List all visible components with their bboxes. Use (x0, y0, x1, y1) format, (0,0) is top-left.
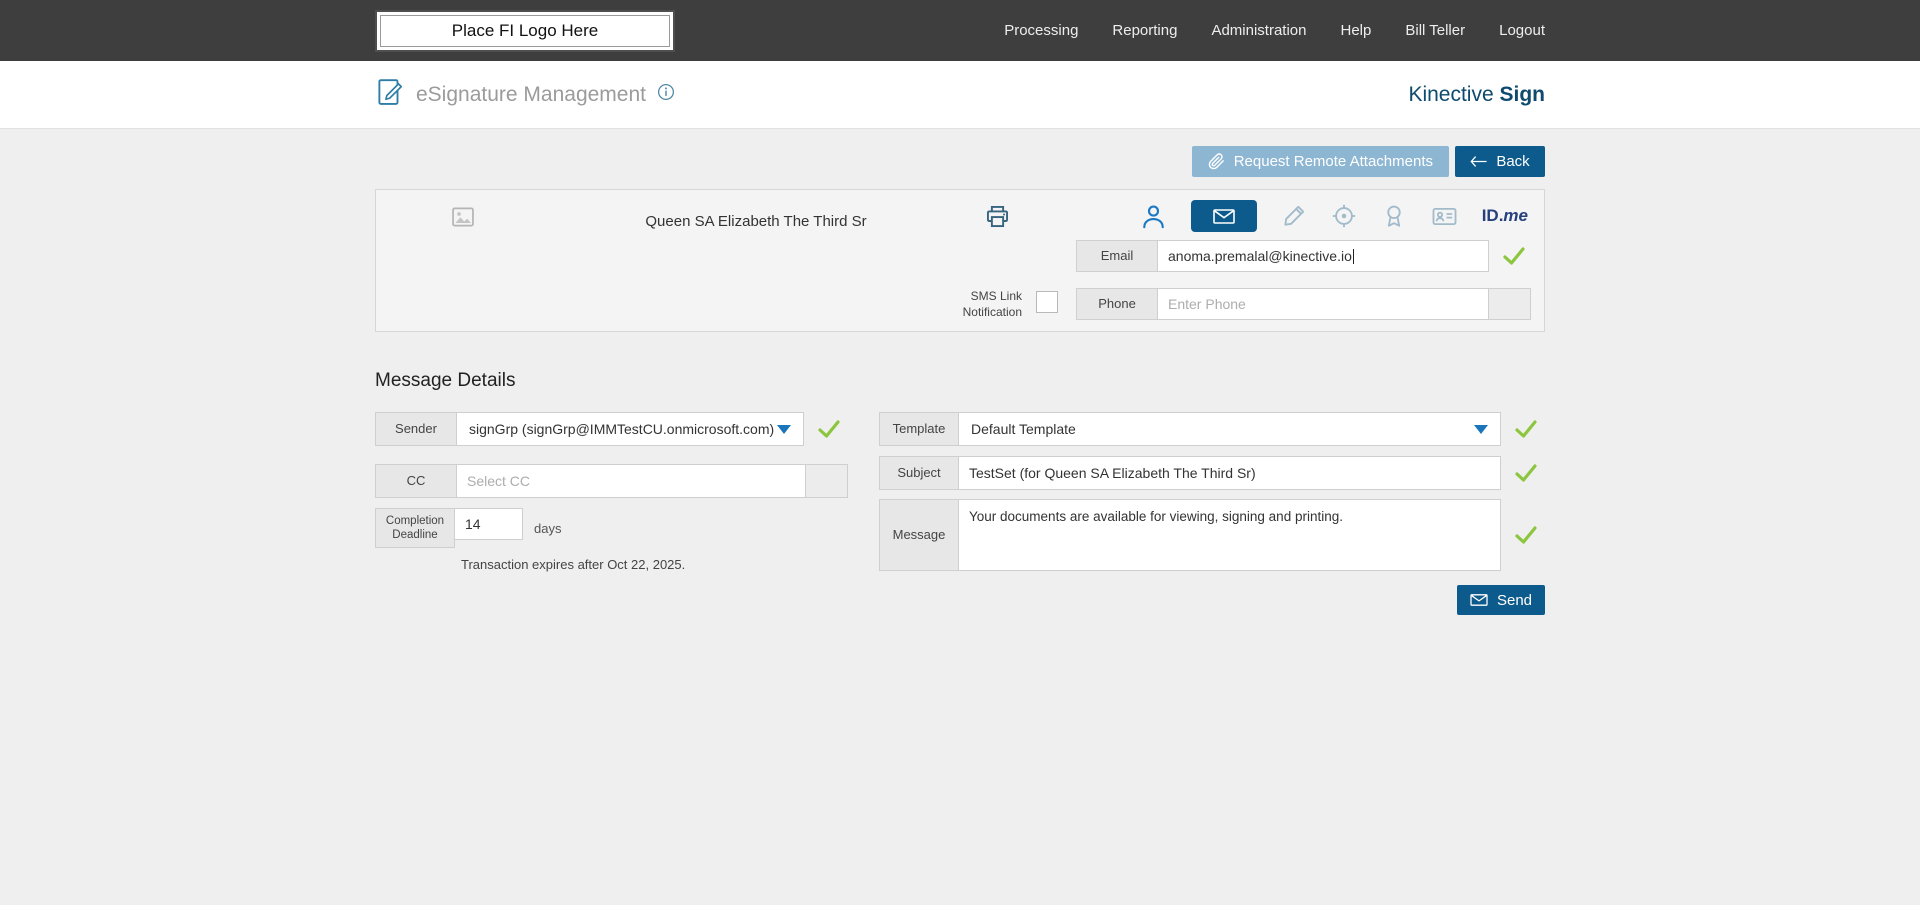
cc-check-placeholder (806, 464, 848, 498)
sender-dropdown[interactable]: signGrp (signGrp@IMMTestCU.onmicrosoft.c… (457, 412, 804, 446)
email-input[interactable]: anoma.premalal@kinective.io (1158, 240, 1489, 272)
nav-item-processing[interactable]: Processing (1004, 22, 1078, 39)
sms-link-notification-checkbox[interactable] (1036, 291, 1058, 313)
top-nav-bar: Place FI Logo Here Processing Reporting … (0, 0, 1920, 61)
recipient-name: Queen SA Elizabeth The Third Sr (645, 213, 866, 230)
brand-logo: Kinective Sign (1408, 83, 1545, 107)
email-field-label: Email (1076, 240, 1158, 272)
cc-input[interactable] (457, 464, 806, 498)
recipient-card: Queen SA Elizabeth The Third Sr (375, 189, 1545, 332)
seal-icon[interactable] (1381, 203, 1407, 229)
message-label: Message (879, 499, 959, 571)
email-valid-check-icon (1501, 243, 1527, 269)
printer-icon[interactable] (984, 203, 1011, 235)
signature-pen-icon[interactable] (1281, 203, 1307, 229)
sender-valid-check-icon (816, 412, 842, 446)
days-unit-label: days (534, 508, 561, 548)
sms-link-notification-label: SMS Link Notification (932, 289, 1022, 320)
expiry-note: Transaction expires after Oct 22, 2025. (461, 557, 848, 572)
template-valid-check-icon (1513, 412, 1539, 446)
page-header: eSignature Management Kinective Sign (0, 61, 1920, 129)
chevron-down-icon (777, 425, 791, 434)
back-arrow-icon (1470, 155, 1487, 168)
target-icon[interactable] (1331, 203, 1357, 229)
request-remote-attachments-button[interactable]: Request Remote Attachments (1192, 146, 1449, 177)
paperclip-icon (1208, 153, 1225, 170)
image-placeholder-icon (450, 204, 476, 235)
message-details-form: Sender signGrp (signGrp@IMMTestCU.onmicr… (375, 412, 1545, 615)
delivery-method-icons: ID.me (1140, 200, 1528, 232)
nav-item-logout[interactable]: Logout (1499, 22, 1545, 39)
nav-item-reporting[interactable]: Reporting (1112, 22, 1177, 39)
info-icon[interactable] (657, 83, 675, 106)
nav-item-help[interactable]: Help (1341, 22, 1372, 39)
phone-check-placeholder (1489, 288, 1531, 320)
template-label: Template (879, 412, 959, 446)
phone-field-label: Phone (1076, 288, 1158, 320)
subject-label: Subject (879, 456, 959, 490)
completion-deadline-input[interactable] (455, 508, 523, 540)
text-cursor (1353, 249, 1354, 264)
bottom-spacer (375, 615, 1545, 905)
nav-item-administration[interactable]: Administration (1211, 22, 1306, 39)
email-method-button-selected[interactable] (1191, 200, 1257, 232)
subject-input[interactable] (959, 456, 1501, 490)
subject-valid-check-icon (1513, 456, 1539, 490)
template-dropdown[interactable]: Default Template (959, 412, 1501, 446)
message-valid-check-icon (1513, 522, 1539, 548)
id-card-icon[interactable] (1431, 203, 1458, 230)
person-icon[interactable] (1140, 203, 1167, 230)
envelope-icon (1470, 594, 1488, 606)
envelope-icon (1213, 209, 1235, 224)
main-nav: Processing Reporting Administration Help… (1004, 22, 1545, 39)
sender-label: Sender (375, 412, 457, 446)
phone-input[interactable] (1158, 288, 1489, 320)
idme-logo[interactable]: ID.me (1482, 206, 1528, 226)
main-content: Request Remote Attachments Back Queen SA… (375, 146, 1545, 905)
back-button[interactable]: Back (1455, 146, 1545, 177)
document-edit-icon (375, 77, 405, 112)
message-details-heading: Message Details (375, 370, 1545, 392)
message-textarea[interactable]: Your documents are available for viewing… (959, 499, 1501, 571)
send-button[interactable]: Send (1457, 585, 1545, 615)
completion-deadline-label: Completion Deadline (375, 508, 455, 548)
nav-item-user[interactable]: Bill Teller (1405, 22, 1465, 39)
cc-label: CC (375, 464, 457, 498)
chevron-down-icon (1474, 425, 1488, 434)
fi-logo-placeholder[interactable]: Place FI Logo Here (375, 10, 675, 52)
page-title: eSignature Management (416, 83, 646, 107)
